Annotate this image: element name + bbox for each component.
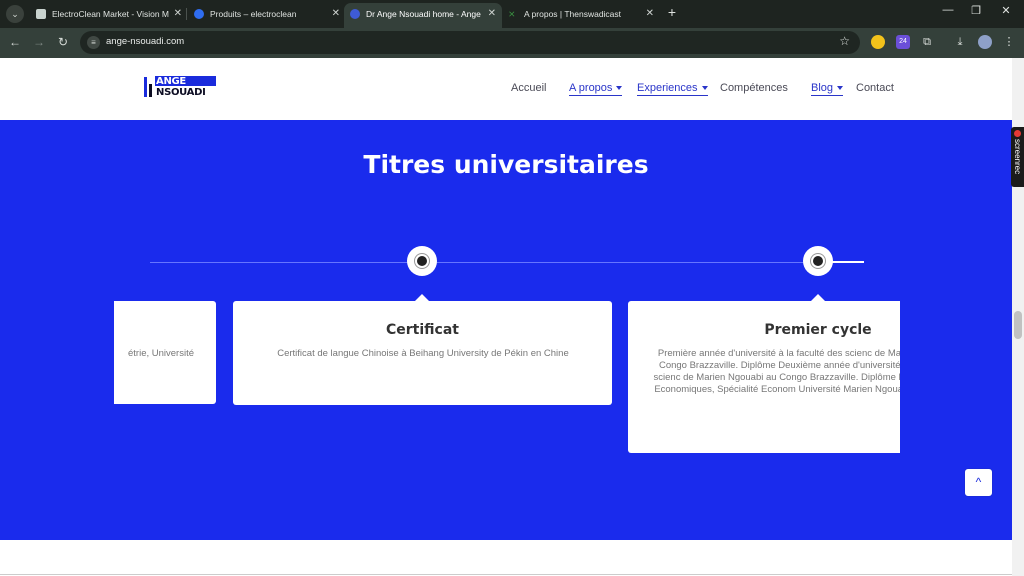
tab-title: ElectroClean Market - Vision M <box>52 9 169 19</box>
favicon-icon: ⨯ <box>508 9 516 19</box>
tab-title: Produits – electroclean <box>210 9 297 19</box>
timeline-line <box>150 262 420 263</box>
forward-arrow-icon[interactable]: → <box>31 35 47 49</box>
tab-divider <box>186 8 187 20</box>
card-body: Première année d'université à la faculté… <box>653 348 900 395</box>
screenrec-widget[interactable]: screenrec <box>1011 127 1024 187</box>
site-settings-icon[interactable]: ≡ <box>87 36 100 49</box>
timeline-card: Certificat Certificat de langue Chinoise… <box>233 294 612 405</box>
tab-title: Dr Ange Nsouadi home - Ange <box>366 9 481 19</box>
nav-competences[interactable]: Compétences <box>720 82 788 94</box>
profile-avatar[interactable] <box>978 35 992 49</box>
site-header: ANGE NSOUADI Accueil A propos Experience… <box>0 58 1012 119</box>
caret-down-icon <box>837 86 844 91</box>
back-to-top-button[interactable]: ^ <box>964 468 993 497</box>
close-icon[interactable]: ✕ <box>332 3 340 25</box>
logo-text: ANGE NSOUADI <box>156 76 206 98</box>
timeline-line-active <box>832 261 864 263</box>
nav-experiences[interactable]: Experiences <box>637 82 708 96</box>
reload-icon[interactable]: ↻ <box>55 35 71 49</box>
close-icon[interactable]: ✕ <box>646 3 654 25</box>
nav-blog[interactable]: Blog <box>811 82 844 96</box>
chevron-up-icon: ^ <box>975 475 982 489</box>
scrollbar-thumb[interactable] <box>1014 311 1022 339</box>
browser-toolbar: ← → ↻ ≡ ange-nsouadi.com ☆ 24 ⧉ ⤓ ⋮ <box>0 28 1024 58</box>
gear-icon <box>813 256 823 266</box>
card-pointer <box>415 294 429 301</box>
nav-label: Experiences <box>637 82 698 94</box>
url-text: ange-nsouadi.com <box>106 36 185 47</box>
back-arrow-icon[interactable]: ← <box>7 35 23 49</box>
favicon-icon <box>36 9 46 19</box>
bookmark-star-icon[interactable]: ☆ <box>839 34 850 48</box>
minimize-icon[interactable]: — <box>938 4 958 16</box>
extension-icon[interactable] <box>871 35 885 49</box>
extensions-puzzle-icon[interactable]: ⧉ <box>920 35 934 49</box>
site-logo[interactable]: ANGE NSOUADI <box>144 76 218 98</box>
tab-thenswadicast[interactable]: ⨯ A propos | Thenswadicast ✕ <box>502 3 660 25</box>
card-body: étrie, Université <box>128 348 194 359</box>
divider <box>0 574 1012 575</box>
caret-down-icon <box>616 86 623 91</box>
nav-label: Blog <box>811 82 834 94</box>
tab-produits[interactable]: Produits – electroclean ✕ <box>188 3 346 25</box>
section-title: Titres universitaires <box>363 150 649 179</box>
extension-badge-icon[interactable]: 24 <box>896 35 910 49</box>
screenrec-label: screenrec <box>1013 139 1022 175</box>
gear-icon <box>417 256 427 266</box>
tab-title: A propos | Thenswadicast <box>524 9 622 19</box>
timeline-card: Premier cycle Première année d'universit… <box>628 294 900 453</box>
nav-label: A propos <box>569 82 613 94</box>
card-pointer <box>811 294 825 301</box>
tab-strip: ⌄ ElectroClean Market - Vision M ✕ Produ… <box>0 0 1024 28</box>
nav-a-propos[interactable]: A propos <box>569 82 623 96</box>
caret-down-icon <box>701 86 708 91</box>
new-tab-button[interactable]: + <box>664 4 680 20</box>
download-icon[interactable]: ⤓ <box>953 35 967 49</box>
nav-label: Contact <box>856 82 894 94</box>
favicon-icon <box>350 9 360 19</box>
tab-electroclean-market[interactable]: ElectroClean Market - Vision M ✕ <box>30 3 188 25</box>
address-bar[interactable]: ≡ ange-nsouadi.com ☆ <box>80 31 860 54</box>
tab-ange-nsouadi[interactable]: Dr Ange Nsouadi home - Ange ✕ <box>344 3 502 28</box>
record-icon <box>1014 130 1021 137</box>
timeline-card: étrie, Université <box>114 301 216 404</box>
close-icon[interactable]: ✕ <box>174 3 182 25</box>
menu-kebab-icon[interactable]: ⋮ <box>1002 35 1016 49</box>
close-icon[interactable]: ✕ <box>488 3 496 25</box>
web-page: ANGE NSOUADI Accueil A propos Experience… <box>0 58 1012 576</box>
card-clip: Première année d'université à la faculté… <box>628 301 900 453</box>
timeline-node[interactable] <box>803 246 833 276</box>
titles-section: Titres universitaires étrie, Université … <box>0 120 1012 540</box>
logo-line2: NSOUADI <box>156 87 206 98</box>
timeline-line <box>436 262 806 263</box>
restore-icon[interactable]: ❐ <box>966 4 986 17</box>
nav-label: Compétences <box>720 82 788 94</box>
logo-mark <box>149 84 152 97</box>
timeline-node[interactable] <box>407 246 437 276</box>
nav-accueil[interactable]: Accueil <box>511 82 546 94</box>
page-bottom <box>0 540 1012 576</box>
favicon-icon <box>194 9 204 19</box>
card-body: Certificat de langue Chinoise à Beihang … <box>277 348 569 359</box>
close-window-icon[interactable]: ✕ <box>996 4 1016 17</box>
logo-mark <box>144 77 147 97</box>
nav-contact[interactable]: Contact <box>856 82 894 94</box>
card-title: Certificat <box>386 322 459 338</box>
nav-label: Accueil <box>511 82 547 94</box>
tab-search-button[interactable]: ⌄ <box>6 5 24 23</box>
logo-line1: ANGE <box>156 76 186 87</box>
